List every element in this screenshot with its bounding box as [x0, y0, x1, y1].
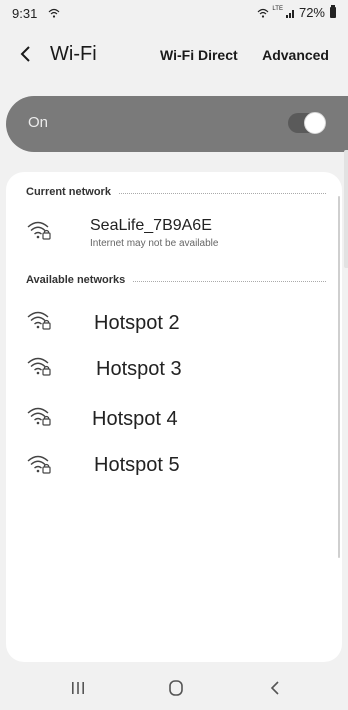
advanced-button[interactable]: Advanced — [262, 47, 329, 63]
network-name: Hotspot 4 — [92, 408, 178, 430]
scrollbar[interactable] — [338, 196, 340, 558]
wifi-locked-icon — [26, 308, 54, 332]
network-row[interactable]: Hotspot 3 — [26, 348, 326, 388]
wifi-status-icon-right — [257, 8, 269, 18]
signal-icon — [285, 9, 294, 18]
network-list-card: Current network SeaLife_7B9A6E Internet … — [6, 172, 342, 662]
lte-indicator: LTE — [272, 5, 283, 12]
network-row[interactable]: Hotspot 2 — [26, 302, 326, 342]
wifi-locked-icon — [26, 404, 54, 428]
battery-percent: 72% — [298, 5, 325, 20]
current-network-row[interactable]: SeaLife_7B9A6E Internet may not be avail… — [26, 212, 326, 252]
battery-icon — [330, 5, 336, 18]
wifi-toggle-switch[interactable] — [288, 112, 326, 134]
network-name: Hotspot 2 — [94, 312, 180, 334]
network-name: Hotspot 5 — [94, 454, 180, 476]
section-divider — [133, 280, 326, 282]
available-networks-heading: Available networks — [26, 274, 326, 286]
wifi-direct-button[interactable]: Wi-Fi Direct — [160, 47, 238, 63]
current-network-heading: Current network — [26, 186, 326, 198]
section-divider — [118, 192, 326, 194]
edge-panel-handle[interactable] — [344, 150, 348, 268]
page-title: Wi-Fi — [50, 43, 97, 65]
wifi-locked-icon — [26, 218, 54, 242]
wifi-toggle-bar[interactable]: On — [6, 96, 348, 152]
current-network-status: Internet may not be available — [90, 238, 219, 249]
current-network-label: Current network — [26, 186, 111, 198]
toggle-label: On — [28, 114, 49, 131]
app-header: Wi-Fi Wi-Fi Direct Advanced — [0, 36, 348, 72]
status-time: 9:31 — [12, 6, 38, 21]
navigation-bar — [0, 668, 348, 710]
home-icon[interactable] — [164, 676, 188, 700]
available-networks-label: Available networks — [26, 274, 126, 286]
network-row[interactable]: Hotspot 4 — [26, 398, 326, 438]
network-name: Hotspot 3 — [96, 358, 182, 380]
current-network-name: SeaLife_7B9A6E — [90, 217, 212, 234]
wifi-status-icon — [48, 6, 60, 21]
wifi-locked-icon — [26, 452, 54, 476]
wifi-locked-icon — [26, 354, 54, 378]
recents-icon[interactable] — [66, 676, 90, 700]
network-row[interactable]: Hotspot 5 — [26, 446, 326, 486]
status-bar: 9:31 LTE 72% — [0, 0, 348, 24]
chevron-left-icon[interactable] — [18, 42, 34, 66]
toggle-knob — [304, 112, 326, 134]
back-icon[interactable] — [264, 676, 288, 700]
status-right: LTE 72% — [257, 5, 336, 20]
